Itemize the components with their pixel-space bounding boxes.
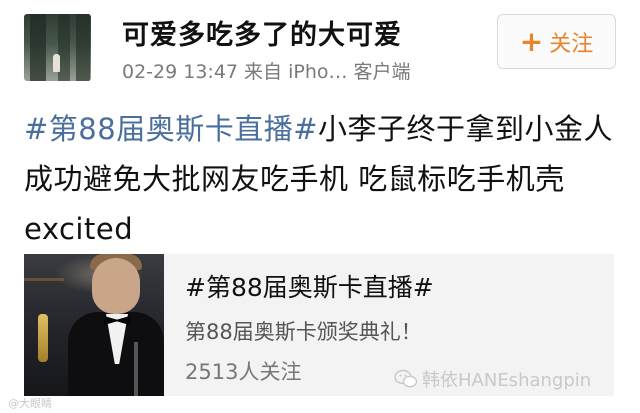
topic-card-followers: 2513人关注 — [185, 360, 302, 384]
username[interactable]: 可爱多吃多了的大可爱 — [122, 13, 402, 52]
topic-card-image — [24, 254, 164, 396]
topic-link[interactable]: #第88届奥斯卡直播# — [24, 112, 318, 146]
plus-icon: + — [519, 24, 544, 58]
post-text: #第88届奥斯卡直播#小李子终于拿到小金人 成功避免大批网友吃手机 吃鼠标吃手机… — [24, 104, 620, 254]
watermark-right-text: 韩依HANEshangpin — [422, 370, 592, 391]
follow-button[interactable]: + 关注 — [497, 14, 616, 69]
post-meta: 02-29 13:47 来自 iPho… 客户端 — [122, 61, 411, 83]
topic-card-description: 第88届奥斯卡颁奖典礼！ — [185, 320, 422, 344]
user-avatar[interactable] — [24, 14, 91, 81]
wechat-icon — [394, 369, 418, 388]
topic-card-title: #第88届奥斯卡直播# — [185, 273, 434, 302]
watermark-right: 韩依HANEshangpin — [394, 366, 591, 392]
watermark-left: @大眼睛 — [8, 397, 52, 410]
follow-label: 关注 — [549, 31, 594, 57]
